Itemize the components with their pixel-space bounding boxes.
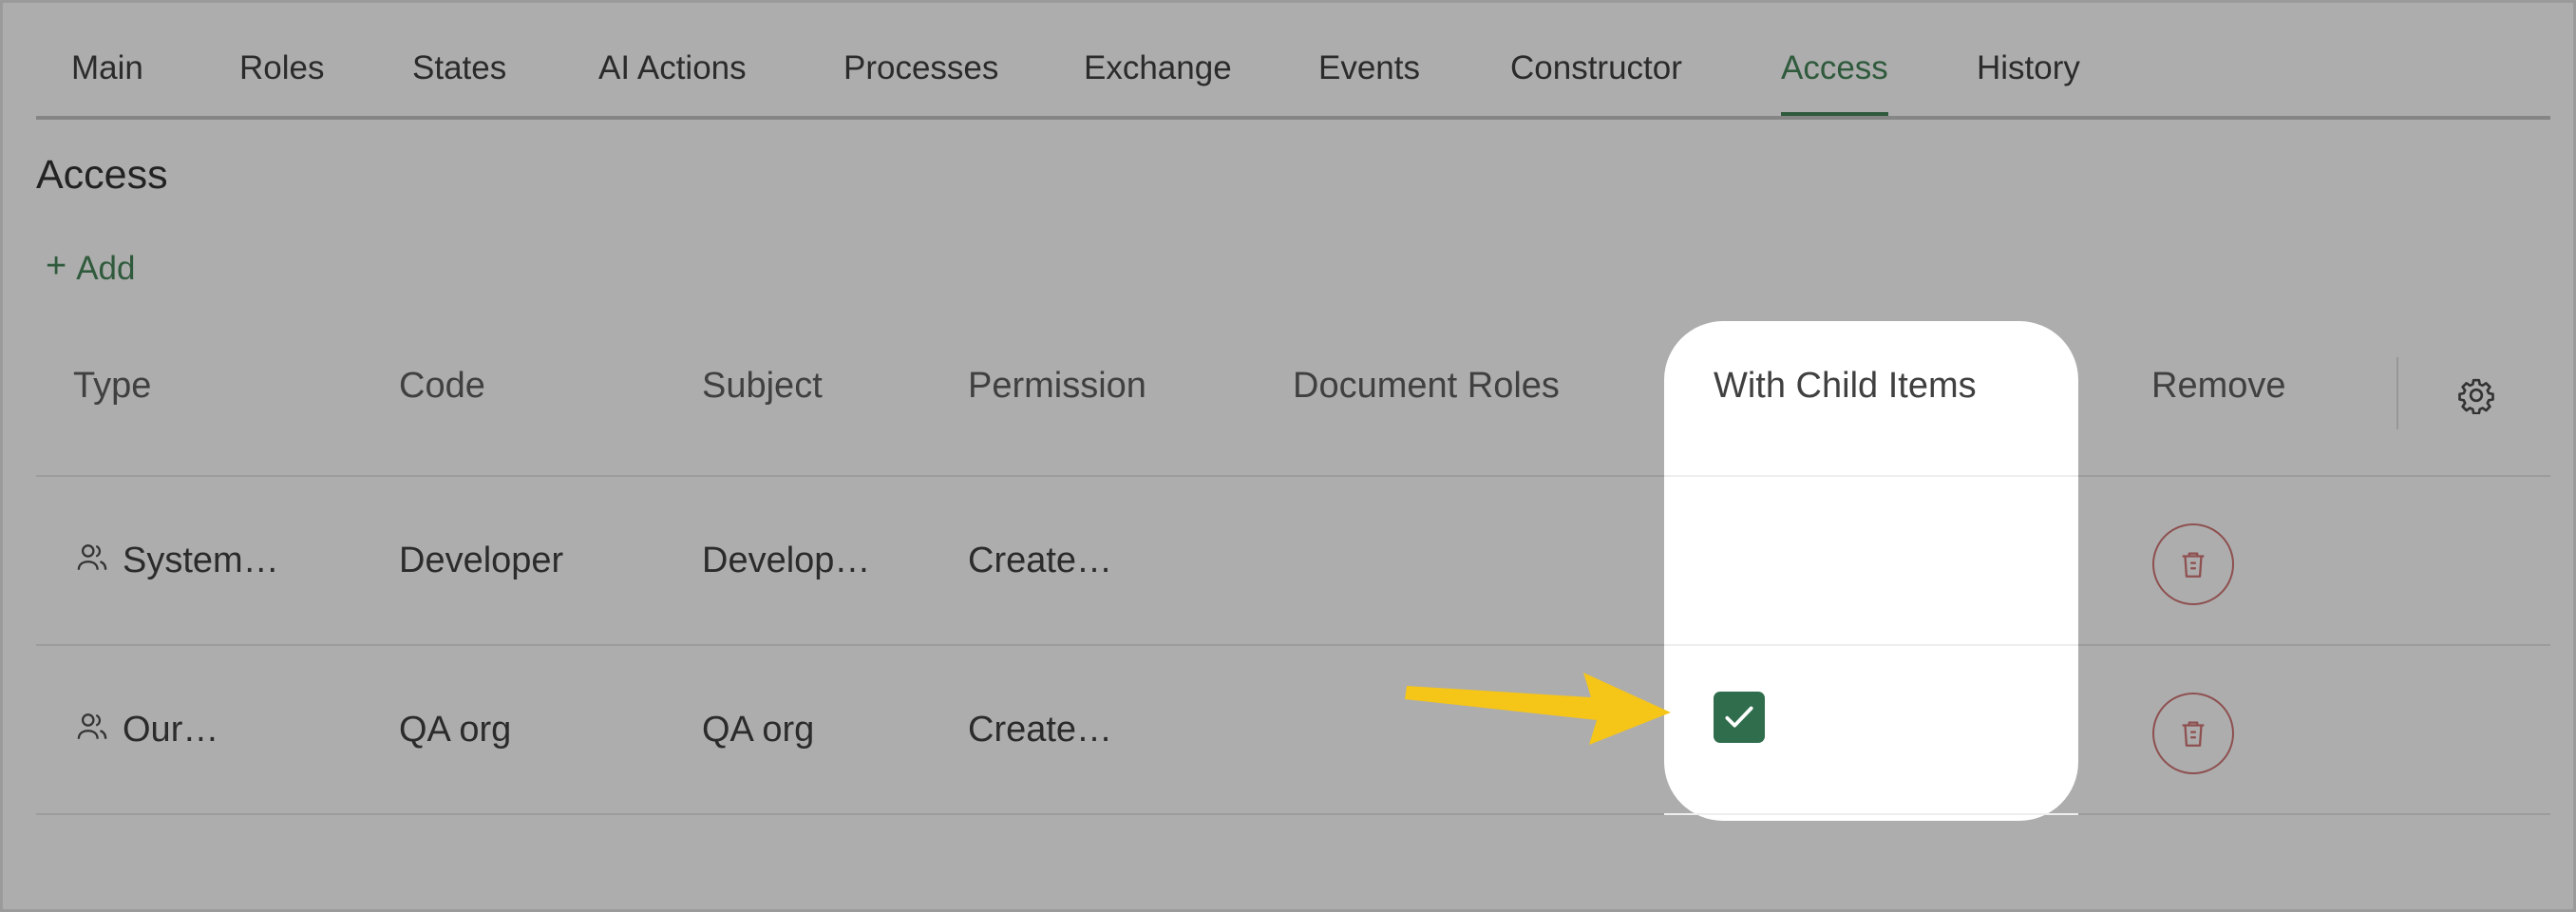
column-header-document-roles: Document Roles: [1293, 366, 1560, 406]
add-button-label: Add: [76, 250, 136, 287]
tab-history[interactable]: History: [1977, 49, 2080, 112]
tab-main[interactable]: Main: [71, 49, 143, 112]
page-title: Access: [36, 152, 168, 198]
tab-exchange[interactable]: Exchange: [1084, 49, 1232, 112]
checkmark-icon: [1725, 706, 1753, 728]
cell-permission: Create…: [968, 541, 1113, 580]
row-divider: [36, 644, 2550, 646]
cell-permission: Create…: [968, 710, 1113, 750]
column-header-with-child-items: With Child Items: [1714, 366, 1977, 406]
cell-type: Our…: [123, 710, 219, 750]
column-header-subject: Subject: [702, 366, 823, 406]
column-header-remove: Remove: [2151, 366, 2286, 406]
add-button[interactable]: + Add: [46, 245, 135, 293]
row-divider: [36, 475, 2550, 477]
with-child-items-checkbox[interactable]: [1714, 692, 1765, 743]
user-group-icon: [77, 544, 107, 570]
cell-subject: Develop…: [702, 541, 871, 580]
annotation-arrow-icon: [1405, 673, 1671, 745]
remove-button[interactable]: [2152, 523, 2234, 605]
row-divider: [1664, 813, 2078, 815]
trash-icon: [2182, 721, 2205, 747]
tab-roles[interactable]: Roles: [239, 49, 324, 112]
cell-code: Developer: [399, 541, 564, 580]
column-header-permission: Permission: [968, 366, 1146, 406]
plus-icon: +: [46, 246, 67, 286]
column-header-code: Code: [399, 366, 485, 406]
remove-button[interactable]: [2152, 693, 2234, 774]
user-group-icon: [77, 713, 107, 739]
window-frame: [0, 0, 2576, 912]
row-divider: [1664, 475, 2078, 477]
gear-icon[interactable]: [2457, 376, 2495, 414]
column-header-type: Type: [73, 366, 152, 406]
cell-subject: QA org: [702, 710, 815, 750]
tab-ai-actions[interactable]: AI Actions: [598, 49, 747, 112]
tab-processes[interactable]: Processes: [843, 49, 998, 112]
trash-icon: [2182, 552, 2205, 578]
tab-constructor[interactable]: Constructor: [1510, 49, 1682, 112]
tab-bar: Main Roles States AI Actions Processes E…: [36, 0, 2550, 120]
tab-events[interactable]: Events: [1318, 49, 1420, 112]
tab-states[interactable]: States: [412, 49, 506, 112]
column-divider: [2396, 357, 2398, 429]
cell-type: System…: [123, 541, 279, 580]
highlight-spotlight: With Child Items: [1664, 321, 2078, 821]
cell-code: QA org: [399, 710, 512, 750]
row-divider: [1664, 644, 2078, 646]
tab-access[interactable]: Access: [1781, 49, 1888, 116]
row-divider: [36, 813, 2550, 815]
